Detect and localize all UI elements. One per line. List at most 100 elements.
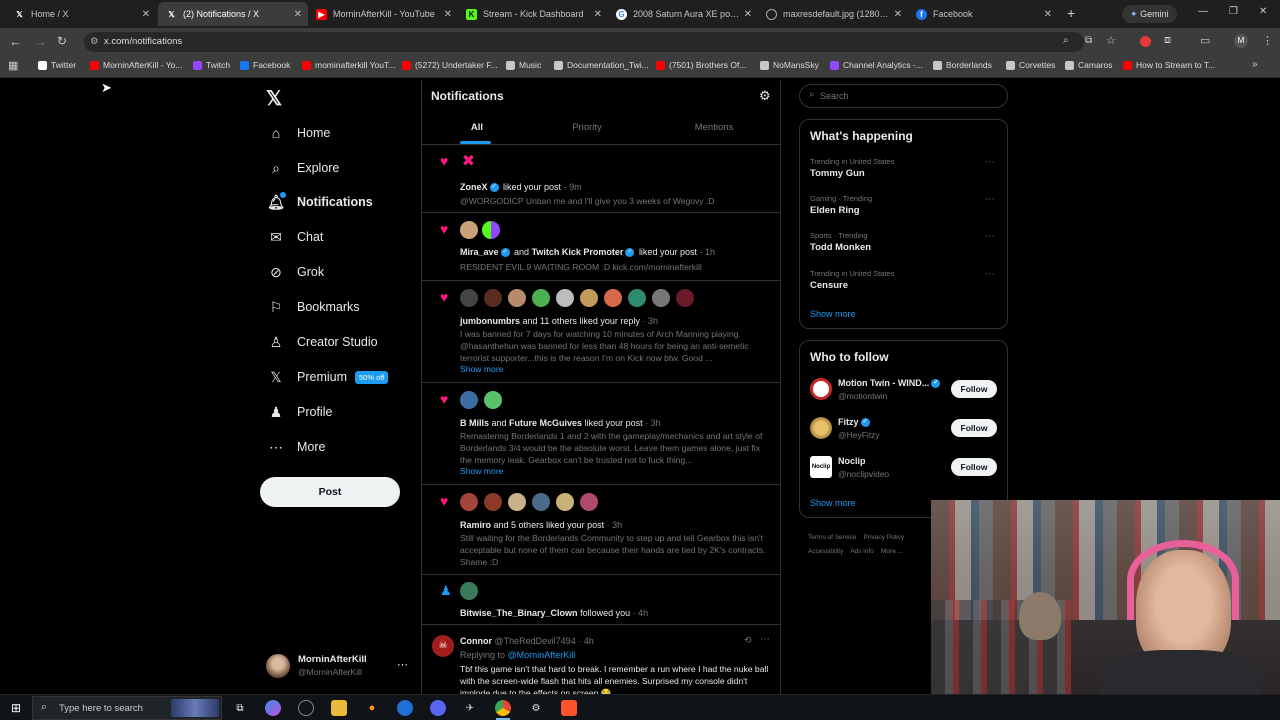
bookmark-item[interactable]: Facebook <box>240 60 290 70</box>
nav-grok[interactable]: ⊘ Grok <box>268 260 324 284</box>
close-icon[interactable]: ✕ <box>744 9 752 20</box>
close-icon[interactable]: ✕ <box>1044 9 1052 20</box>
extensions-icon[interactable]: ⧈ <box>1164 34 1171 47</box>
nav-creator-studio[interactable]: ♙ Creator Studio <box>268 330 378 354</box>
copilot-icon[interactable] <box>265 700 281 716</box>
post-button[interactable]: Post <box>260 477 400 507</box>
tab-all[interactable]: All <box>422 116 532 144</box>
close-icon[interactable]: ✕ <box>594 9 602 20</box>
new-tab-icon[interactable]: + <box>1067 5 1075 21</box>
tab-google[interactable]: G 2008 Saturn Aura XE power s ✕ <box>608 2 758 26</box>
more-icon[interactable]: ⋯ <box>760 634 770 645</box>
bookmark-item[interactable]: Documentation_Twi... <box>554 60 649 70</box>
settings-gear-icon[interactable]: ⚙ <box>528 700 544 716</box>
follow-button[interactable]: Follow <box>951 419 997 437</box>
bookmark-item[interactable]: Twitch <box>193 60 230 70</box>
nav-explore[interactable]: ⌕ Explore <box>268 156 339 180</box>
zoom-icon[interactable]: ⌕ <box>1063 35 1069 46</box>
close-icon[interactable]: ✕ <box>894 9 902 20</box>
restore-icon[interactable]: ❐ <box>1229 6 1238 17</box>
taskbar-search[interactable]: ⌕ Type here to search <box>32 696 222 720</box>
obs-icon[interactable] <box>298 700 314 716</box>
file-explorer-icon[interactable] <box>331 700 347 716</box>
tab-notifications[interactable]: 𝕏 (2) Notifications / X ✕ <box>158 2 308 26</box>
profile-avatar[interactable]: M <box>1234 34 1248 48</box>
reply-item[interactable]: ☠ Connor @TheRedDevil7494 · 4h ⟲ ⋯ Reply… <box>422 625 780 695</box>
bookmark-item[interactable]: NoMansSky <box>760 60 819 70</box>
notification-item[interactable]: ♥ ✖ ZoneX ✓ liked your post · 9m @WORGODI… <box>422 145 780 213</box>
nav-home[interactable]: ⌂ Home <box>268 121 331 145</box>
forward-icon[interactable]: → <box>34 34 47 49</box>
notification-item[interactable]: ♟ Bitwise_The_Binary_Clown followed you … <box>422 575 780 625</box>
nav-notifications[interactable]: 🔔︎ Notifications <box>267 190 373 214</box>
flame-icon[interactable]: ● <box>364 700 380 716</box>
nav-bookmarks[interactable]: ⚐ Bookmarks <box>268 295 360 319</box>
tab-image[interactable]: maxresdefault.jpg (1280×720) ✕ <box>758 2 908 26</box>
close-icon[interactable]: ✕ <box>444 9 452 20</box>
bookmarks-overflow-icon[interactable]: » <box>1252 59 1258 70</box>
reload-icon[interactable]: ↻ <box>57 34 67 48</box>
repost-icon[interactable]: ⟲ <box>744 635 752 646</box>
tab-facebook[interactable]: f Facebook ✕ <box>908 2 1058 26</box>
tab-youtube[interactable]: ▶ MorninAfterKill - YouTube ✕ <box>308 2 458 26</box>
nav-more[interactable]: ⋯ More <box>268 435 325 459</box>
bookmark-item[interactable]: Twitter <box>38 60 76 70</box>
notification-item[interactable]: ♥ Mira_ave ✓ and Twitch Kick Promoter ✓ li… <box>422 213 780 281</box>
site-info-icon[interactable]: ⚙ <box>90 32 99 52</box>
bookmark-item[interactable]: Music <box>506 60 541 70</box>
nav-premium[interactable]: 𝕏 Premium 50% off <box>268 365 389 389</box>
bookmark-item[interactable]: (5272) Undertaker F... <box>402 60 498 70</box>
install-icon[interactable]: ⧉ <box>1085 35 1092 46</box>
apps-icon[interactable]: ▦ <box>8 59 18 72</box>
show-more-link[interactable]: Show more <box>810 309 856 319</box>
tab-kick[interactable]: K Stream - Kick Dashboard ✕ <box>458 2 608 26</box>
address-bar[interactable]: ⚙ x.com/notifications <box>84 32 1084 52</box>
nav-chat[interactable]: ✉ Chat <box>268 225 323 249</box>
follow-button[interactable]: Follow <box>951 458 997 476</box>
show-more-link[interactable]: Show more <box>810 498 856 508</box>
bookmark-item[interactable]: (7501) Brothers Of... <box>656 60 746 70</box>
notification-item[interactable]: ♥ jumbonumbrs and 11 others liked your r… <box>422 281 780 383</box>
nav-profile[interactable]: ♟ Profile <box>268 400 333 424</box>
tab-mentions[interactable]: Mentions <box>654 116 774 144</box>
app-icon[interactable]: ✈ <box>462 700 478 716</box>
extension-red-icon[interactable] <box>1140 36 1151 47</box>
more-icon[interactable]: ⋯ <box>985 231 995 242</box>
window-close-icon[interactable]: ✕ <box>1259 6 1267 17</box>
more-icon[interactable]: ⋯ <box>985 157 995 168</box>
bookmark-item[interactable]: Borderlands <box>933 60 992 70</box>
bookmark-item[interactable]: Channel Analytics -... <box>830 60 923 70</box>
more-icon[interactable]: ⋯ <box>985 269 995 280</box>
show-more-link[interactable]: Show more <box>460 466 503 476</box>
tab-priority[interactable]: Priority <box>532 116 642 144</box>
tab-home[interactable]: 𝕏 Home / X ✕ <box>6 2 156 26</box>
chrome-icon[interactable] <box>495 700 511 716</box>
gemini-button[interactable]: ✦ Gemini <box>1122 5 1177 23</box>
windows-start-icon[interactable]: ⊞ <box>8 700 24 716</box>
search-box[interactable]: ⌕ Search <box>799 84 1008 108</box>
back-icon[interactable]: ← <box>9 34 22 49</box>
notification-item[interactable]: ♥ Ramiro and 5 others liked your post · … <box>422 485 780 575</box>
discord-icon[interactable] <box>430 700 446 716</box>
menu-icon[interactable]: ⋮ <box>1262 34 1273 47</box>
account-switcher[interactable]: MorninAfterKill @MorninAfterKill ⋯ <box>266 652 412 682</box>
settings-gear-icon[interactable]: ⚙ <box>759 88 771 104</box>
follow-button[interactable]: Follow <box>951 380 997 398</box>
x-logo-icon[interactable]: 𝕏 <box>266 86 282 111</box>
brave-icon[interactable] <box>561 700 577 716</box>
notification-item[interactable]: ♥ B Mills and Future McGuives liked your… <box>422 383 780 485</box>
minimize-icon[interactable]: — <box>1198 6 1208 17</box>
bookmark-item[interactable]: Corvettes <box>1006 60 1055 70</box>
close-icon[interactable]: ✕ <box>294 9 302 20</box>
bookmark-item[interactable]: How to Stream to T... <box>1123 60 1215 70</box>
bookmark-item[interactable]: Camaros <box>1065 60 1112 70</box>
bookmark-item[interactable]: mominafterkill YouT... <box>302 60 395 70</box>
bookmark-item[interactable]: MorninAfterKill - Yo... <box>90 60 182 70</box>
search-input[interactable]: Search <box>820 91 849 101</box>
more-icon[interactable]: ⋯ <box>985 194 995 205</box>
star-icon[interactable]: ☆ <box>1106 34 1116 47</box>
close-icon[interactable]: ✕ <box>142 9 150 20</box>
sidepanel-icon[interactable]: ▭ <box>1200 34 1210 47</box>
show-more-link[interactable]: Show more <box>460 364 503 374</box>
task-view-icon[interactable]: ⧉ <box>232 700 248 716</box>
